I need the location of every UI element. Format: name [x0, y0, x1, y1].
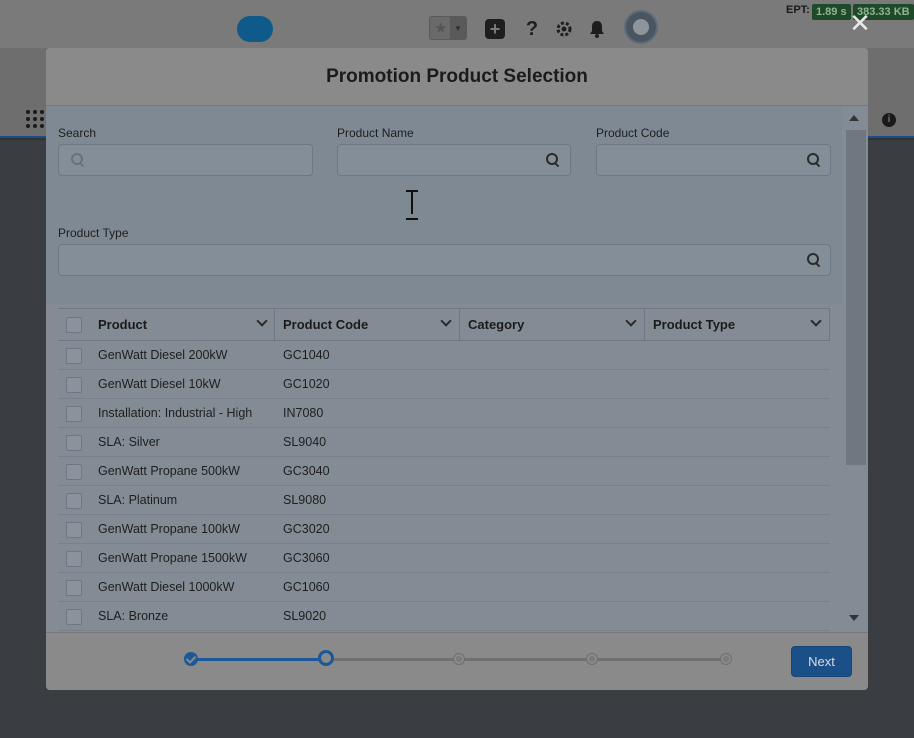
table-row[interactable]: SLA: Bronze SL9020: [58, 602, 830, 631]
global-actions-button[interactable]: +: [483, 16, 507, 42]
search-input[interactable]: [58, 144, 313, 176]
select-all-checkbox[interactable]: [66, 317, 82, 333]
column-header-category[interactable]: Category: [460, 309, 645, 341]
product-cell: SLA: Silver: [98, 435, 160, 449]
product-name-label: Product Name: [337, 126, 414, 140]
progress-fill: [191, 658, 326, 661]
product-code-cell: SL9020: [283, 609, 327, 623]
table-row[interactable]: SLA: Platinum SL9080: [58, 486, 830, 515]
row-checkbox[interactable]: [66, 522, 82, 538]
scroll-down-arrow-icon[interactable]: [849, 615, 859, 621]
product-cell: GenWatt Diesel 1000kW: [98, 580, 235, 594]
scroll-up-arrow-icon[interactable]: [849, 115, 859, 121]
search-icon[interactable]: [807, 253, 821, 267]
row-checkbox[interactable]: [66, 464, 82, 480]
row-checkbox[interactable]: [66, 435, 82, 451]
bell-icon[interactable]: [585, 16, 609, 42]
chevron-down-icon[interactable]: [256, 315, 268, 327]
product-code-cell: SL9080: [283, 493, 327, 507]
star-icon: ★: [434, 20, 448, 37]
product-code-cell: GC1060: [283, 580, 330, 594]
product-name-input[interactable]: [337, 144, 571, 176]
row-checkbox[interactable]: [66, 406, 82, 422]
chevron-down-icon[interactable]: [810, 315, 822, 327]
next-button[interactable]: Next: [791, 646, 852, 677]
progress-step-1: [184, 652, 198, 666]
progress-step-5: [721, 654, 731, 664]
app-launcher-icon[interactable]: [26, 110, 46, 130]
product-code-cell: SL9040: [283, 435, 327, 449]
search-icon[interactable]: [807, 153, 821, 167]
table-row[interactable]: GenWatt Diesel 1000kW GC1060: [58, 573, 830, 602]
row-checkbox[interactable]: [66, 493, 82, 509]
product-code-cell: GC3040: [283, 464, 330, 478]
help-icon[interactable]: ?: [520, 16, 544, 42]
search-icon[interactable]: [546, 153, 560, 167]
column-divider: [829, 309, 830, 341]
product-type-input[interactable]: [58, 244, 831, 276]
chevron-down-icon[interactable]: [440, 315, 452, 327]
table-row[interactable]: SLA: Silver SL9040: [58, 428, 830, 457]
product-code-label: Product Code: [596, 126, 670, 140]
close-modal-button[interactable]: ✕: [846, 10, 874, 38]
row-checkbox[interactable]: [66, 377, 82, 393]
modal-body: Search Product Name Product Code Product…: [46, 106, 868, 632]
plus-icon: +: [485, 19, 505, 39]
progress-step-4: [587, 654, 597, 664]
product-cell: Installation: Industrial - High: [98, 406, 253, 420]
table-row[interactable]: GenWatt Diesel 200kW GC1040: [58, 341, 830, 370]
column-header-label: Product Type: [653, 317, 736, 332]
modal-footer: Next: [46, 632, 868, 690]
product-cell: SLA: Bronze: [98, 609, 169, 623]
ept-time-badge: 1.89 s: [812, 4, 851, 20]
chevron-down-icon[interactable]: [625, 315, 637, 327]
product-code-input[interactable]: [596, 144, 831, 176]
row-checkbox[interactable]: [66, 580, 82, 596]
product-code-cell: GC1040: [283, 348, 330, 362]
scrollbar-thumb[interactable]: [846, 130, 866, 465]
chevron-down-icon[interactable]: ▾: [450, 17, 466, 39]
ept-label: EPT:: [786, 4, 810, 16]
salesforce-logo: [237, 16, 273, 42]
favorites-button[interactable]: ★ ▾: [429, 16, 467, 40]
column-header-product[interactable]: Product: [90, 309, 276, 341]
product-cell: GenWatt Diesel 10kW: [98, 377, 221, 391]
promotion-product-selection-modal: Promotion Product Selection Search Produ…: [46, 48, 868, 690]
product-code-cell: IN7080: [283, 406, 324, 420]
column-header-label: Product Code: [283, 317, 369, 332]
column-header-label: Category: [468, 317, 525, 332]
table-row[interactable]: Installation: Industrial - High IN7080: [58, 399, 830, 428]
row-checkbox[interactable]: [66, 609, 82, 625]
column-header-product-code[interactable]: Product Code: [275, 309, 460, 341]
gear-icon[interactable]: [552, 16, 576, 42]
product-code-cell: GC3060: [283, 551, 330, 565]
table-row[interactable]: GenWatt Propane 1500kW GC3060: [58, 544, 830, 573]
row-checkbox[interactable]: [66, 348, 82, 364]
avatar[interactable]: [624, 10, 658, 44]
table-row[interactable]: GenWatt Diesel 10kW GC1020: [58, 370, 830, 399]
table-header: Product Product Code Category Product Ty…: [58, 308, 830, 341]
product-code-cell: GC1020: [283, 377, 330, 391]
text-cursor-icon: [405, 190, 419, 220]
table-row[interactable]: GenWatt Propane 100kW GC3020: [58, 515, 830, 544]
search-label: Search: [58, 126, 97, 140]
column-header-label: Product: [98, 317, 148, 332]
modal-title: Promotion Product Selection: [326, 66, 588, 87]
product-cell: GenWatt Propane 500kW: [98, 464, 240, 478]
progress-step-3: [454, 654, 464, 664]
product-cell: SLA: Platinum: [98, 493, 178, 507]
info-icon[interactable]: i: [882, 113, 896, 127]
column-header-product-type[interactable]: Product Type: [645, 309, 830, 341]
product-cell: GenWatt Propane 1500kW: [98, 551, 247, 565]
product-code-cell: GC3020: [283, 522, 330, 536]
progress-step-2: [318, 650, 334, 666]
row-checkbox[interactable]: [66, 551, 82, 567]
search-icon: [71, 153, 85, 167]
product-type-label: Product Type: [58, 226, 129, 240]
table-row[interactable]: GenWatt Propane 500kW GC3040: [58, 457, 830, 486]
modal-header: Promotion Product Selection: [46, 48, 868, 106]
filter-panel: Search Product Name Product Code Product…: [46, 106, 842, 304]
product-cell: GenWatt Diesel 200kW: [98, 348, 228, 362]
product-cell: GenWatt Propane 100kW: [98, 522, 240, 536]
